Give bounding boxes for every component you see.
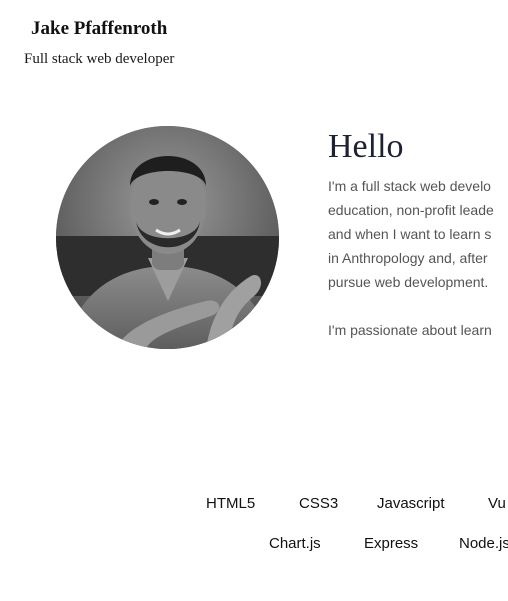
intro-heading: Hello	[328, 128, 404, 165]
portrait-photo	[56, 126, 279, 349]
intro-bio: I'm a full stack web develo education, n…	[328, 174, 508, 344]
skill-express: Express	[364, 535, 419, 552]
bio-passion-line: I'm passionate about learn	[328, 322, 492, 338]
skill-vue: Vu	[488, 495, 506, 512]
skill-css3: CSS3	[299, 495, 339, 512]
bio-line: in Anthropology and, after	[328, 250, 488, 266]
bio-line: and when I want to learn s	[328, 226, 492, 242]
skill-nodejs: Node.js	[459, 535, 508, 552]
site-name[interactable]: Jake Pfaffenroth	[31, 16, 167, 42]
bio-line: I'm a full stack web develo	[328, 178, 491, 194]
skills-row-1: HTML5 CSS3 Javascript Vu	[0, 492, 508, 516]
page: Jake Pfaffenroth Full stack web develope…	[0, 0, 508, 601]
skill-html5: HTML5	[206, 495, 256, 512]
portrait-image	[56, 126, 279, 349]
site-tagline: Full stack web developer	[24, 51, 175, 67]
skills-row-2: Chart.js Express Node.js	[0, 532, 508, 556]
bio-line: education, non-profit leade	[328, 202, 494, 218]
skill-javascript: Javascript	[377, 495, 445, 512]
bio-line: pursue web development.	[328, 274, 489, 290]
bio-spacer	[328, 294, 508, 318]
skill-chartjs: Chart.js	[269, 535, 321, 552]
